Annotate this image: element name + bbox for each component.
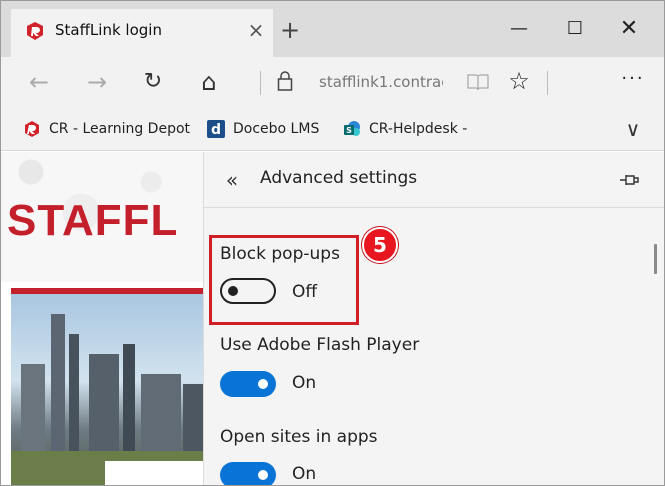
tab-title: StaffLink login [55, 21, 162, 39]
sharepoint-icon: S [344, 121, 360, 136]
adobe-flash-state: On [292, 373, 317, 393]
tab-bar: StaffLink login × + — ☐ ✕ [1, 1, 664, 57]
svg-text:S: S [346, 126, 352, 135]
page-overlay [105, 461, 203, 485]
docebo-d-icon: d [207, 120, 225, 138]
back-chevron-icon[interactable]: « [220, 166, 244, 194]
tab-close-icon[interactable]: × [243, 15, 269, 45]
web-page-content: STAFFL [1, 152, 203, 485]
open-sites-in-apps-state: On [292, 464, 317, 484]
tab-stafflink[interactable]: StaffLink login × [11, 9, 273, 57]
stafflink-brand-logo: STAFFL [7, 196, 179, 245]
panel-title: Advanced settings [260, 168, 418, 188]
chevron-down-icon[interactable]: ∨ [617, 115, 649, 143]
pin-icon[interactable] [618, 170, 642, 190]
cr-logo-icon [25, 121, 39, 137]
toggle-knob [258, 470, 268, 480]
callout-highlight-box [209, 235, 359, 325]
open-sites-in-apps-toggle[interactable] [220, 462, 276, 485]
advanced-settings-panel: « Advanced settings Block pop-ups Off Us… [203, 152, 664, 485]
reading-view-icon[interactable] [463, 67, 493, 97]
back-arrow-icon[interactable]: ← [21, 65, 57, 99]
new-tab-icon[interactable]: + [275, 15, 305, 45]
favorite-label: Docebo LMS [233, 121, 320, 137]
favorite-label: CR-Helpdesk - [369, 121, 468, 137]
toggle-knob [258, 379, 268, 389]
toolbar-divider [260, 71, 261, 95]
setting-label-open-sites-in-apps: Open sites in apps [220, 427, 378, 447]
refresh-icon[interactable]: ↻ [135, 65, 171, 99]
favorite-star-icon[interactable]: ☆ [503, 65, 535, 97]
favorites-bar: CR - Learning Depot d Docebo LMS S CR-He… [1, 107, 664, 151]
lock-icon [277, 71, 293, 91]
adobe-flash-toggle[interactable] [220, 371, 276, 397]
svg-text:d: d [211, 122, 221, 138]
favorite-label: CR - Learning Depot [49, 121, 191, 137]
favorite-docebo-lms[interactable]: d Docebo LMS [207, 117, 319, 141]
url-field[interactable]: stafflink1.contrac [319, 73, 443, 91]
more-menu-icon[interactable]: ··· [617, 65, 649, 97]
industrial-plant-photo [11, 294, 203, 485]
minimize-icon[interactable]: — [497, 11, 541, 47]
favorite-cr-helpdesk[interactable]: S CR-Helpdesk - [343, 117, 467, 141]
panel-scrollbar[interactable] [654, 244, 657, 274]
close-window-icon[interactable]: ✕ [607, 11, 651, 47]
maximize-icon[interactable]: ☐ [553, 11, 597, 47]
toolbar-divider [547, 71, 548, 95]
forward-arrow-icon[interactable]: → [79, 65, 115, 99]
favorite-cr-learning-depot[interactable]: CR - Learning Depot [23, 117, 190, 141]
stafflink-logo-icon [27, 22, 43, 40]
address-bar: ← → ↻ ⌂ stafflink1.contrac ☆ ··· [1, 57, 664, 107]
setting-label-adobe-flash: Use Adobe Flash Player [220, 335, 420, 355]
browser-window: StaffLink login × + — ☐ ✕ ← → ↻ ⌂ staffl… [0, 0, 665, 486]
home-icon[interactable]: ⌂ [191, 65, 227, 99]
panel-header: « Advanced settings [204, 152, 664, 208]
step-number-badge: 5 [362, 227, 398, 263]
